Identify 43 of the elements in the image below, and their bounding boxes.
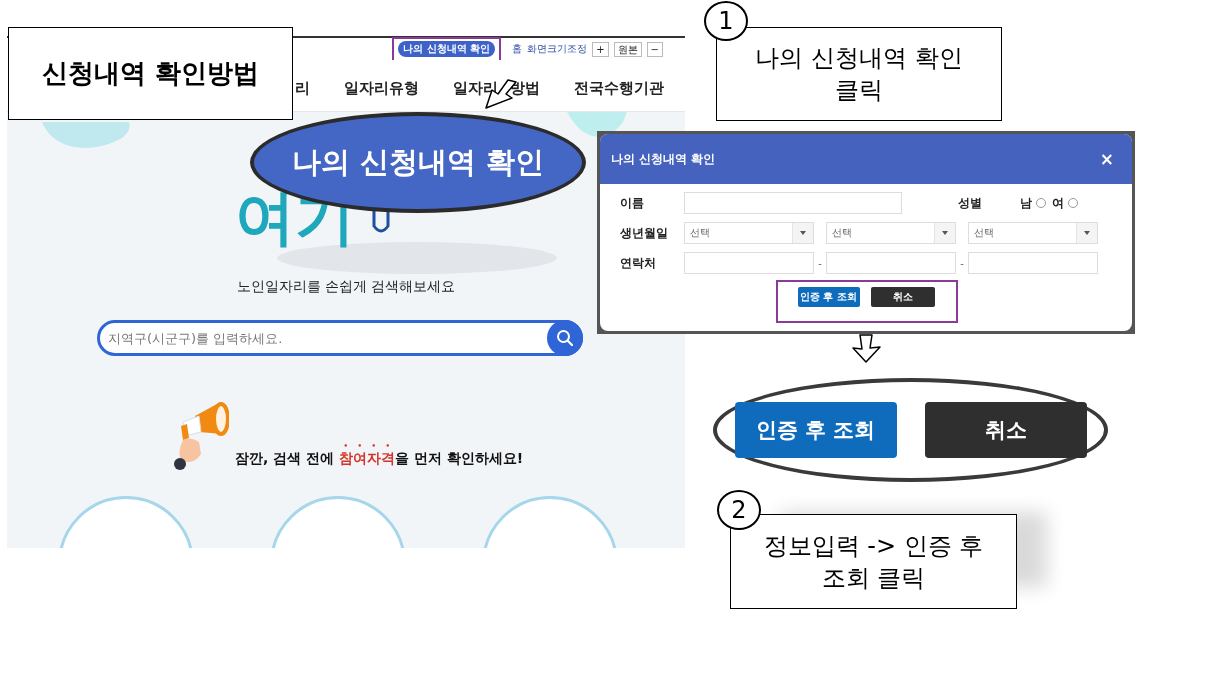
phone-field[interactable] xyxy=(968,252,1098,274)
verify-button[interactable]: 인증 후 조회 xyxy=(797,287,860,307)
title-card: 신청내역 확인방법 xyxy=(8,27,293,120)
close-button[interactable]: × xyxy=(1093,148,1120,170)
nav-link[interactable]: 리 xyxy=(295,73,310,98)
select-field[interactable]: 선택 xyxy=(968,222,1098,244)
zoom-button[interactable]: + xyxy=(592,41,609,57)
search-icon xyxy=(556,329,574,347)
zoom-button[interactable]: − xyxy=(646,41,663,57)
caret-icon xyxy=(800,231,806,235)
search-button[interactable] xyxy=(547,320,583,356)
radio-option[interactable]: 남 xyxy=(1020,194,1046,212)
caret-icon xyxy=(1084,231,1090,235)
caret-icon xyxy=(942,231,948,235)
field-label: 생년월일 xyxy=(620,224,669,242)
radio-label: 남 xyxy=(1020,194,1032,212)
zoom-button[interactable]: 원본 xyxy=(613,41,642,57)
select-field[interactable]: 선택 xyxy=(826,222,956,244)
radio-option[interactable]: 여 xyxy=(1052,194,1078,212)
modal-title: 나의 신청내역 확인 xyxy=(611,150,716,168)
nav-link[interactable]: 일자리유형 xyxy=(344,73,419,98)
home-link[interactable]: 홈 xyxy=(512,42,523,56)
nav-link[interactable]: 일자리 xyxy=(453,73,498,98)
phone-field[interactable] xyxy=(684,252,814,274)
radio-label: 여 xyxy=(1052,194,1064,212)
select-field[interactable]: 선택 xyxy=(684,222,814,244)
verify-button[interactable]: 인증 후 조회 xyxy=(734,402,897,458)
tagline: 노인일자리를 손쉽게 검색해보세요 xyxy=(236,278,456,296)
cancel-button[interactable]: 취소 xyxy=(924,402,1087,458)
separator: - xyxy=(959,257,965,269)
field-label: 이름 xyxy=(620,194,645,212)
notice-text: 잠깐, 검색 전에 참여자격을 먼저 확인하세요! xyxy=(235,449,524,468)
zoom-label: 화면크기조정 xyxy=(527,42,588,56)
separator: - xyxy=(817,257,823,269)
name-field[interactable] xyxy=(684,192,902,214)
phone-field[interactable] xyxy=(826,252,956,274)
field-label: 연락처 xyxy=(620,254,657,272)
cancel-button[interactable]: 취소 xyxy=(870,287,935,307)
history-button[interactable]: 나의 신청내역 확인 xyxy=(398,41,496,57)
nav-link[interactable]: 전국수행기관 xyxy=(574,73,664,98)
megaphone-icon xyxy=(173,402,229,470)
field-label: 성별 xyxy=(958,194,982,212)
step-number: 1 xyxy=(704,1,748,41)
